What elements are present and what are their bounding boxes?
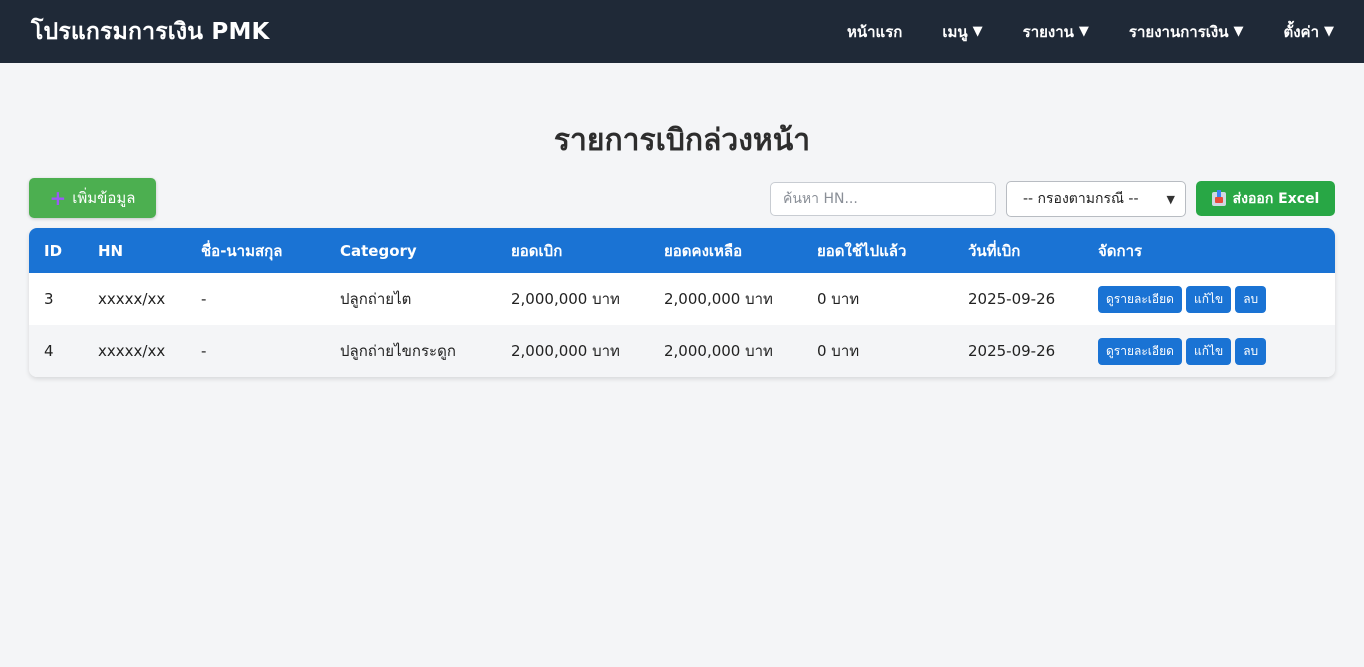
cell-used: 0 บาท — [817, 290, 860, 308]
export-excel-button[interactable]: ส่งออก Excel — [1196, 181, 1335, 216]
case-filter-select[interactable]: -- กรองตามกรณี -- ▼ — [1006, 181, 1186, 217]
export-excel-label: ส่งออก Excel — [1232, 190, 1320, 207]
nav-item-label: รายงาน — [1022, 22, 1074, 41]
nav-item-menu[interactable]: เมนู ▼ — [942, 20, 982, 44]
table-row: 3 xxxxx/xx - ปลูกถ่ายไต 2,000,000 บาท 2,… — [29, 273, 1335, 325]
cell-name: - — [201, 290, 207, 308]
header-used: ยอดใช้ไปแล้ว — [817, 241, 907, 260]
cell-amount: 2,000,000 บาท — [511, 342, 620, 360]
table-header-row: ID HN ชื่อ-นามสกุล Category ยอดเบิก ยอดค… — [29, 228, 1335, 273]
cell-date: 2025-09-26 — [968, 342, 1056, 360]
nav-item-finance-reports[interactable]: รายงานการเงิน ▼ — [1129, 20, 1244, 44]
case-filter-value: -- กรองตามกรณี -- — [1023, 191, 1139, 207]
inbox-tray-icon — [1211, 189, 1226, 206]
cell-remaining: 2,000,000 บาท — [664, 342, 773, 360]
header-name: ชื่อ-นามสกุล — [201, 241, 283, 260]
search-hn-input[interactable] — [770, 182, 996, 216]
app-brand[interactable]: โปรแกรมการเงิน PMK — [31, 14, 270, 50]
edit-button[interactable]: แก้ไข — [1185, 337, 1232, 365]
cell-remaining: 2,000,000 บาท — [664, 290, 773, 308]
nav-item-label: หน้าแรก — [846, 22, 903, 41]
cell-category: ปลูกถ่ายไต — [340, 290, 412, 308]
top-navbar: โปรแกรมการเงิน PMK หน้าแรก เมนู ▼ รายงาน… — [0, 0, 1364, 63]
view-details-button[interactable]: ดูรายละเอียด — [1098, 337, 1182, 365]
caret-down-icon: ▼ — [1078, 24, 1089, 39]
cell-id: 3 — [44, 290, 54, 308]
nav-item-label: รายงานการเงิน — [1128, 22, 1229, 41]
cell-amount: 2,000,000 บาท — [511, 290, 620, 308]
nav-item-home[interactable]: หน้าแรก — [847, 20, 902, 44]
cell-used: 0 บาท — [817, 342, 860, 360]
cell-actions: ดูรายละเอียด แก้ไข ลบ — [1083, 325, 1335, 377]
header-remaining: ยอดคงเหลือ — [664, 241, 743, 260]
nav-item-settings[interactable]: ตั้งค่า ▼ — [1283, 20, 1334, 44]
chevron-down-icon: ▼ — [1166, 192, 1175, 206]
caret-down-icon: ▼ — [1324, 24, 1334, 39]
advance-table: ID HN ชื่อ-นามสกุล Category ยอดเบิก ยอดค… — [29, 228, 1335, 377]
nav-menu: หน้าแรก เมนู ▼ รายงาน ▼ รายงานการเงิน ▼ … — [807, 0, 1334, 63]
nav-item-label: ตั้งค่า — [1283, 22, 1319, 41]
header-category: Category — [340, 241, 417, 260]
add-record-button[interactable]: + เพิ่มข้อมูล — [29, 178, 156, 218]
plus-icon: + — [49, 186, 67, 210]
table-row: 4 xxxxx/xx - ปลูกถ่ายไขกระดูก 2,000,000 … — [29, 325, 1335, 377]
edit-button[interactable]: แก้ไข — [1185, 285, 1232, 313]
delete-button[interactable]: ลบ — [1235, 285, 1267, 313]
add-record-label: เพิ่มข้อมูล — [72, 189, 136, 207]
cell-hn: xxxxx/xx — [98, 342, 166, 360]
cell-name: - — [201, 342, 207, 360]
header-id: ID — [44, 241, 63, 260]
nav-item-reports[interactable]: รายงาน ▼ — [1023, 20, 1089, 44]
caret-down-icon: ▼ — [1233, 24, 1244, 39]
cell-id: 4 — [44, 342, 54, 360]
cell-category: ปลูกถ่ายไขกระดูก — [340, 342, 456, 360]
cell-hn: xxxxx/xx — [98, 290, 166, 308]
delete-button[interactable]: ลบ — [1235, 337, 1267, 365]
header-hn: HN — [98, 241, 124, 260]
cell-date: 2025-09-26 — [968, 290, 1056, 308]
header-amount: ยอดเบิก — [511, 241, 563, 260]
nav-item-label: เมนู — [942, 22, 968, 41]
header-date: วันที่เบิก — [968, 241, 1021, 260]
view-details-button[interactable]: ดูรายละเอียด — [1098, 285, 1182, 313]
toolbar: + เพิ่มข้อมูล -- กรองตามกรณี -- ▼ ส่งออก… — [0, 177, 1364, 229]
header-actions: จัดการ — [1098, 241, 1143, 260]
caret-down-icon: ▼ — [972, 24, 983, 39]
page-title: รายการเบิกล่วงหน้า — [553, 123, 811, 158]
cell-actions: ดูรายละเอียด แก้ไข ลบ — [1083, 273, 1335, 325]
